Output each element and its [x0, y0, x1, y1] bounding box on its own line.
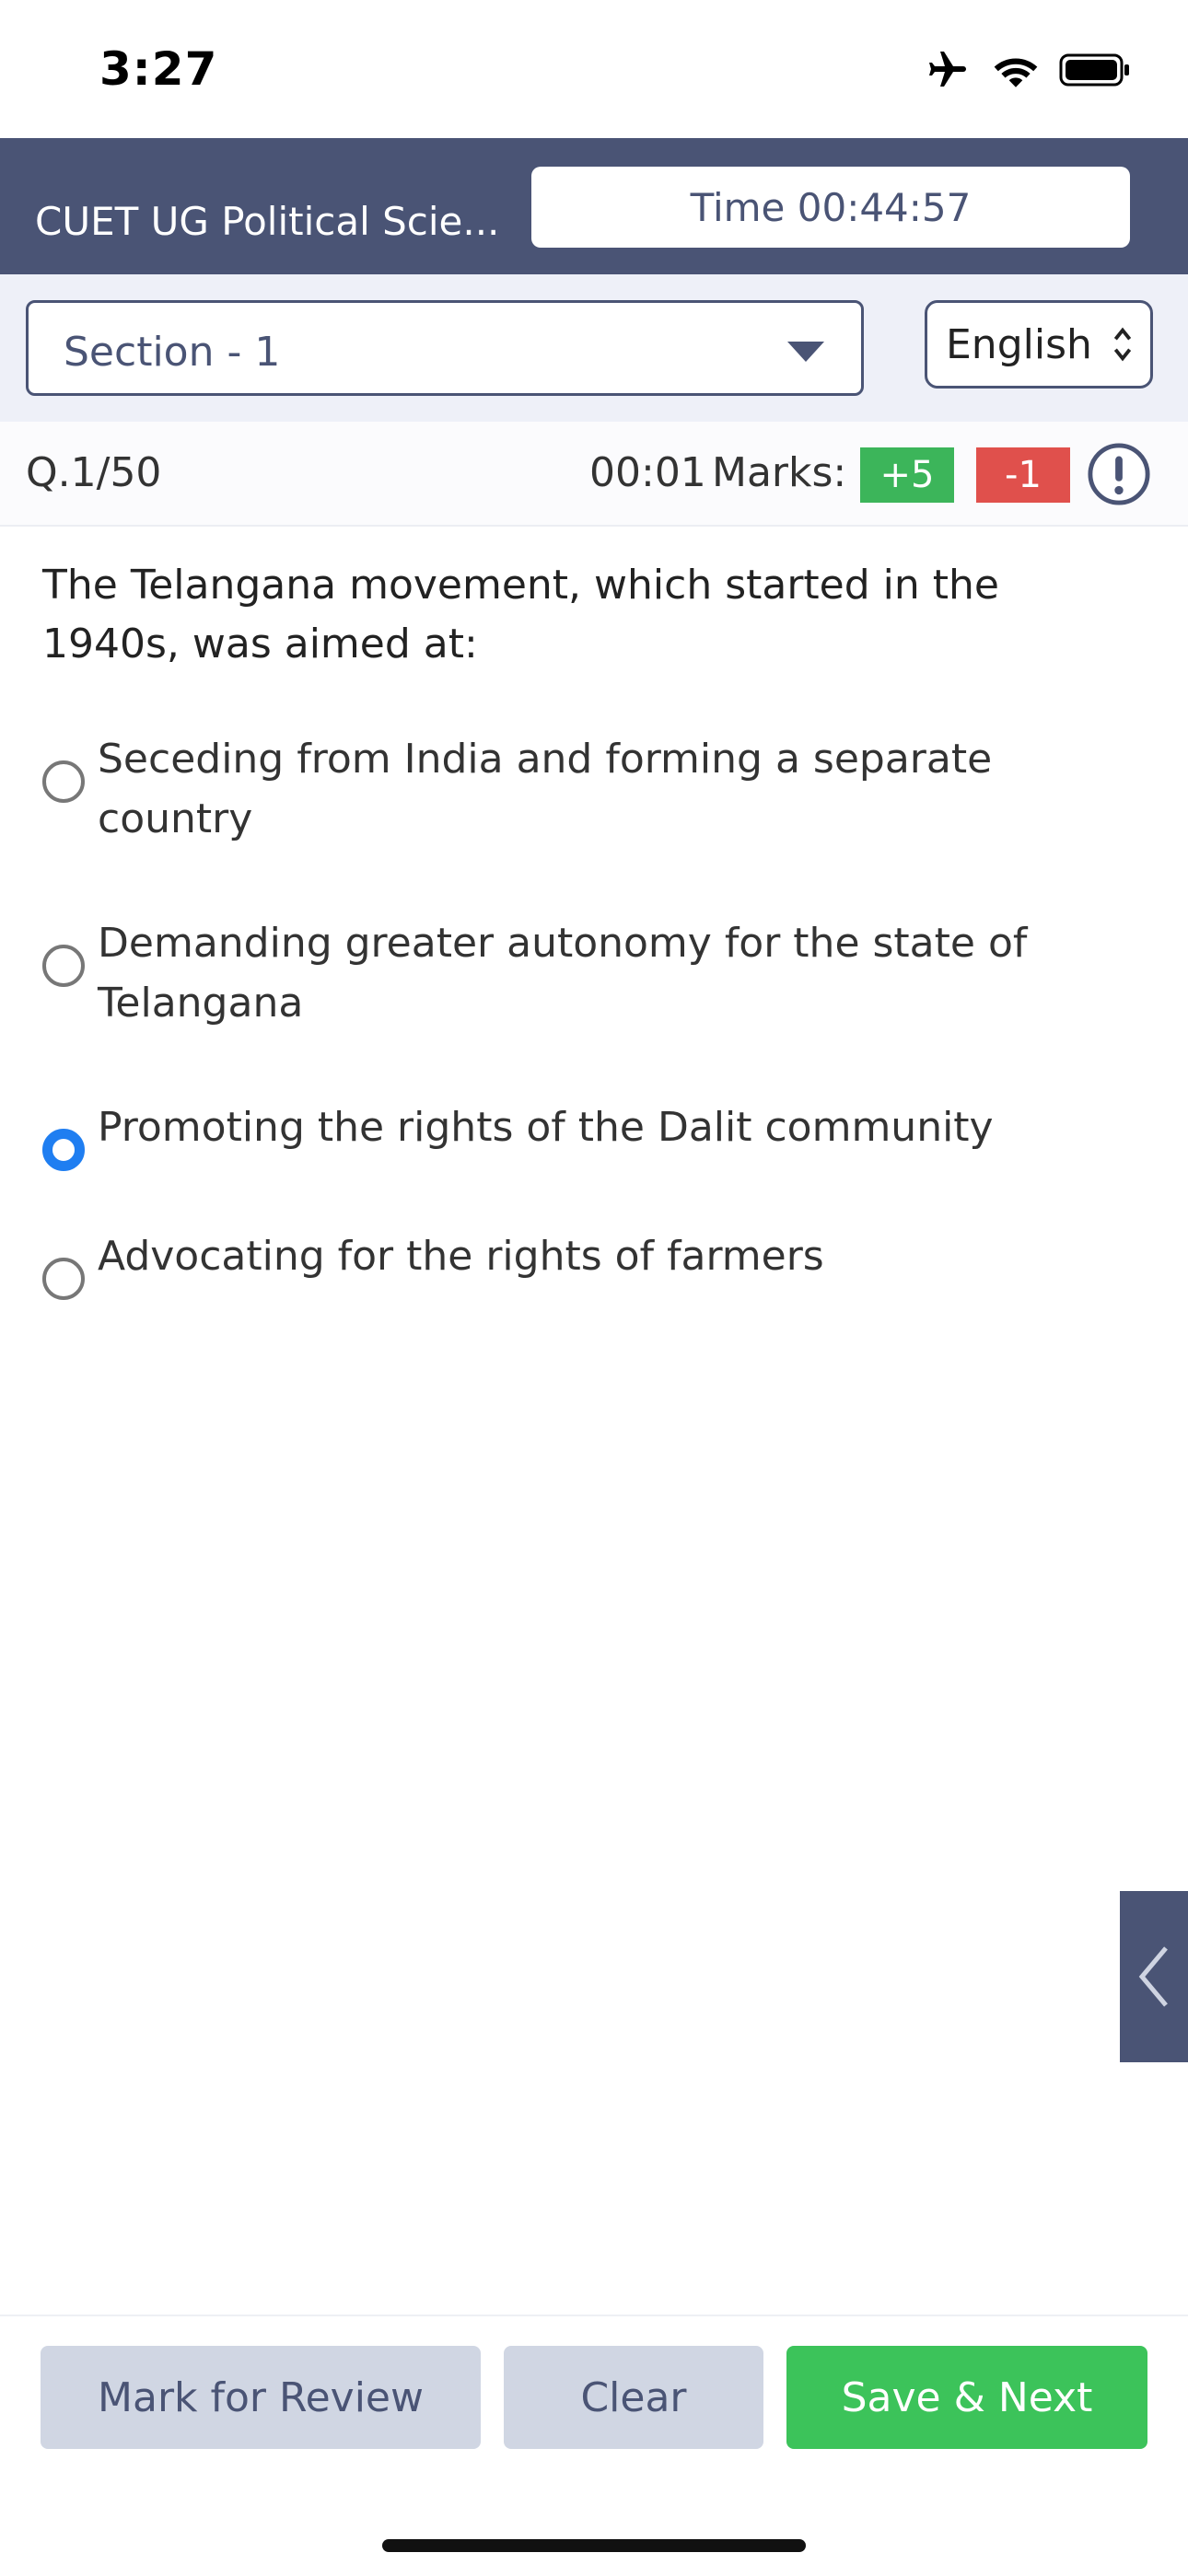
negative-marks-badge: -1 — [976, 447, 1070, 503]
bottom-action-bar: Mark for Review Clear Save & Next — [0, 2315, 1188, 2576]
question-number: Q.1/50 — [26, 449, 162, 496]
section-bar: Section - 1 English — [0, 274, 1188, 422]
status-icons — [923, 48, 1133, 92]
option-label: Advocating for the rights of farmers — [98, 1233, 824, 1280]
question-meta-row: Q.1/50 00:01 Marks: +5 -1 — [0, 422, 1188, 527]
language-select[interactable]: English — [925, 300, 1153, 389]
language-select-value: English — [946, 321, 1092, 368]
option-label: Promoting the rights of the Dalit commun… — [98, 1104, 994, 1151]
mark-for-review-button[interactable]: Mark for Review — [41, 2346, 481, 2449]
save-next-button[interactable]: Save & Next — [786, 2346, 1147, 2449]
question-text: The Telangana movement, which started in… — [42, 562, 999, 667]
caret-down-icon — [787, 342, 824, 362]
positive-marks-badge: +5 — [860, 447, 954, 503]
chevron-left-icon — [1138, 1946, 1168, 2007]
up-down-chevron-icon — [1113, 327, 1132, 362]
exam-header: CUET UG Political Scie... Time 00:44:57 — [0, 138, 1188, 274]
option-4[interactable]: Advocating for the rights of farmers — [42, 1226, 1166, 1300]
section-dropdown[interactable]: Section - 1 — [26, 300, 864, 396]
option-2[interactable]: Demanding greater autonomy for the state… — [42, 913, 1166, 1033]
clear-button[interactable]: Clear — [504, 2346, 763, 2449]
option-1[interactable]: Seceding from India and forming a separa… — [42, 729, 1166, 849]
home-indicator — [382, 2539, 806, 2552]
status-bar: 3:27 — [0, 0, 1188, 138]
report-issue-icon[interactable] — [1087, 442, 1151, 506]
question-panel-toggle[interactable] — [1120, 1891, 1188, 2062]
wifi-icon — [994, 58, 1038, 87]
question-timer: 00:01 — [589, 449, 706, 496]
option-label: Demanding greater autonomy for the state… — [98, 920, 1028, 1027]
marks-label: Marks: — [712, 449, 847, 496]
exam-timer: Time 00:44:57 — [531, 167, 1130, 248]
option-3[interactable]: Promoting the rights of the Dalit commun… — [42, 1097, 1166, 1171]
exam-title: CUET UG Political Scie... — [35, 199, 500, 244]
radio-button-selected[interactable] — [42, 1129, 85, 1171]
radio-button[interactable] — [42, 945, 85, 987]
battery-icon — [1059, 53, 1129, 87]
radio-button[interactable] — [42, 760, 85, 803]
status-time: 3:27 — [99, 42, 218, 96]
option-label: Seceding from India and forming a separa… — [98, 736, 993, 842]
radio-button[interactable] — [42, 1258, 85, 1300]
airplane-icon — [929, 52, 966, 87]
section-dropdown-value: Section - 1 — [64, 329, 281, 376]
